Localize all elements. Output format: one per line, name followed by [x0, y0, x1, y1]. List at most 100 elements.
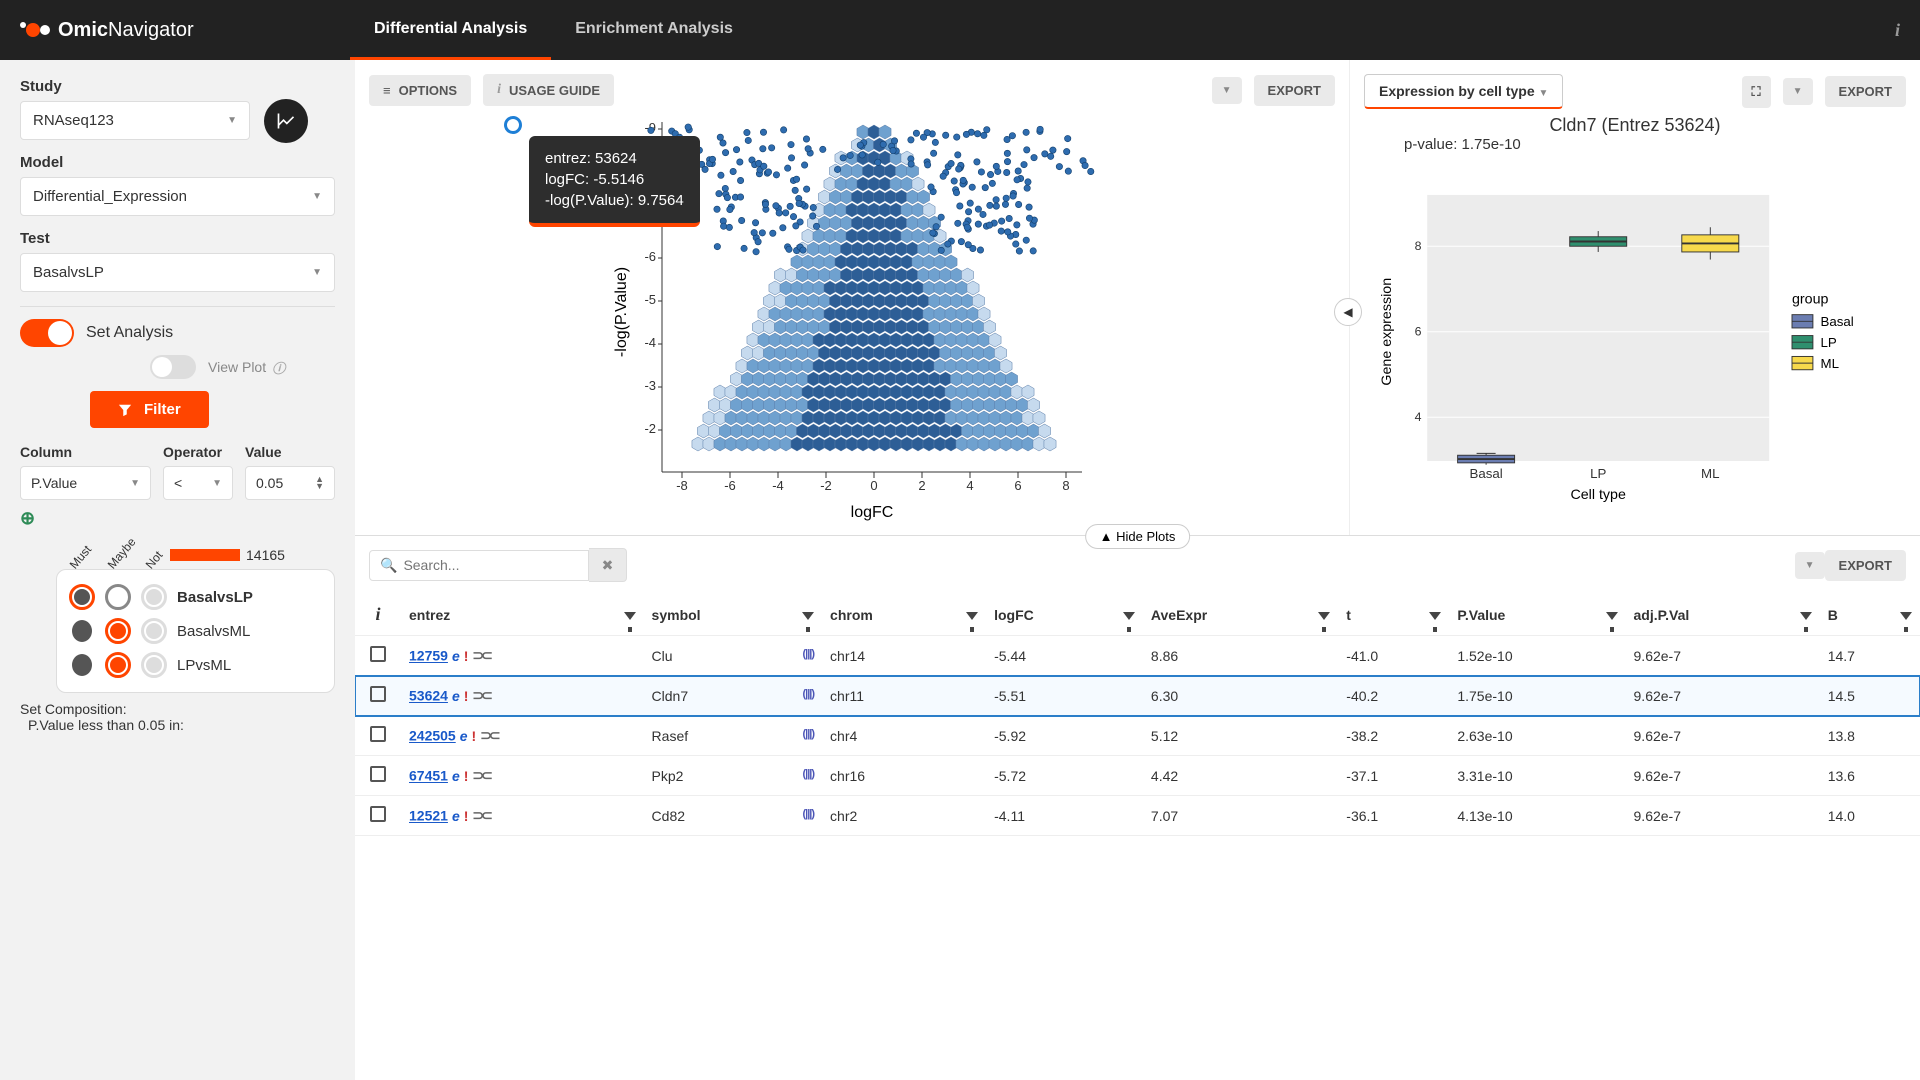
column-select[interactable]: P.Value▼ — [20, 466, 151, 500]
maybe-dot-icon[interactable] — [105, 584, 131, 610]
entrez-link[interactable]: 12759 — [409, 648, 448, 664]
set-row-basalvsml[interactable]: BasalvsML — [69, 614, 322, 648]
view-plot-toggle[interactable] — [150, 355, 196, 379]
info-icon[interactable]: i — [1895, 20, 1900, 40]
col-t[interactable]: t — [1338, 594, 1449, 636]
entrez-link[interactable]: 53624 — [409, 688, 448, 704]
ensembl-bang-icon[interactable]: ! — [464, 768, 469, 784]
clear-search-button[interactable]: ✖ — [589, 548, 627, 582]
row-checkbox[interactable] — [370, 686, 386, 702]
adjpval-cell: 9.62e-7 — [1626, 716, 1820, 756]
set-row-lpvsml[interactable]: LPvsML — [69, 648, 322, 682]
filter-button[interactable]: Filter — [90, 391, 209, 428]
row-checkbox[interactable] — [370, 646, 386, 662]
col-logfc[interactable]: logFC — [986, 594, 1143, 636]
not-dot-icon[interactable] — [141, 652, 167, 678]
boxplot[interactable]: 4 6 8 Gene expression — [1364, 161, 1906, 531]
col-aveexpr[interactable]: AveExpr — [1143, 594, 1338, 636]
ensembl-icon[interactable]: e — [452, 688, 460, 704]
ensembl-icon[interactable]: e — [452, 768, 460, 784]
export-button[interactable]: EXPORT — [1825, 550, 1906, 581]
row-checkbox[interactable] — [370, 766, 386, 782]
must-dot-icon[interactable] — [69, 618, 95, 644]
table-row[interactable]: 12759e! ⊃⊂Clu (|||)chr14-5.448.86-41.01.… — [355, 636, 1920, 676]
db-icon[interactable]: (|||) — [802, 728, 814, 740]
entrez-link[interactable]: 67451 — [409, 768, 448, 784]
operator-select[interactable]: <▼ — [163, 466, 233, 500]
volcano-plot[interactable]: entrez: 53624 logFC: -5.5146 -log(P.Valu… — [369, 112, 1335, 522]
col-symbol[interactable]: symbol — [644, 594, 822, 636]
stringdb-icon[interactable]: ⊃⊂ — [472, 807, 489, 824]
ensembl-bang-icon[interactable]: ! — [464, 808, 469, 824]
col-b[interactable]: B — [1820, 594, 1920, 636]
plot-type-select[interactable]: Expression by cell type ▼ — [1364, 74, 1563, 109]
db-icon[interactable]: (|||) — [802, 688, 814, 700]
entrez-link[interactable]: 12521 — [409, 808, 448, 824]
export-dropdown-button[interactable]: ▼ — [1783, 78, 1813, 105]
row-checkbox[interactable] — [370, 806, 386, 822]
filter-icon[interactable] — [966, 607, 978, 623]
export-dropdown-button[interactable]: ▼ — [1212, 77, 1242, 104]
model-select[interactable]: Differential_Expression▼ — [20, 177, 335, 216]
export-button[interactable]: EXPORT — [1825, 76, 1906, 107]
filter-icon[interactable] — [624, 607, 636, 623]
spinner-icon[interactable]: ▲▼ — [315, 476, 324, 490]
tab-enrichment-analysis[interactable]: Enrichment Analysis — [551, 0, 757, 60]
hide-plots-button[interactable]: ▲ Hide Plots — [1085, 524, 1191, 549]
fullscreen-button[interactable]: ⛶ — [1742, 76, 1771, 108]
stringdb-icon[interactable]: ⊃⊂ — [472, 767, 489, 784]
db-icon[interactable]: (|||) — [802, 648, 814, 660]
ensembl-bang-icon[interactable]: ! — [472, 728, 477, 744]
table-row[interactable]: 53624e! ⊃⊂Cldn7 (|||)chr11-5.516.30-40.2… — [355, 676, 1920, 716]
info-icon[interactable]: ⓘ — [272, 358, 285, 377]
usage-guide-button[interactable]: i USAGE GUIDE — [483, 74, 614, 106]
set-row-basalvslp[interactable]: BasalvsLP — [69, 580, 322, 614]
tab-differential-analysis[interactable]: Differential Analysis — [350, 0, 551, 60]
maybe-dot-icon[interactable] — [105, 618, 131, 644]
ensembl-icon[interactable]: e — [452, 808, 460, 824]
filter-icon[interactable] — [1123, 607, 1135, 623]
not-dot-icon[interactable] — [141, 618, 167, 644]
search-input[interactable] — [403, 557, 578, 573]
not-dot-icon[interactable] — [141, 584, 167, 610]
table-row[interactable]: 12521e! ⊃⊂Cd82 (|||)chr2-4.117.07-36.14.… — [355, 796, 1920, 836]
view-chart-button[interactable] — [264, 99, 308, 143]
export-button[interactable]: EXPORT — [1254, 75, 1335, 106]
filter-icon[interactable] — [1900, 607, 1912, 623]
maybe-dot-icon[interactable] — [105, 652, 131, 678]
options-button[interactable]: ≡ OPTIONS — [369, 75, 471, 106]
must-dot-icon[interactable] — [69, 652, 95, 678]
must-dot-icon[interactable] — [69, 584, 95, 610]
filter-icon[interactable] — [1318, 607, 1330, 623]
entrez-link[interactable]: 242505 — [409, 728, 456, 744]
ensembl-bang-icon[interactable]: ! — [464, 688, 469, 704]
ensembl-bang-icon[interactable]: ! — [464, 648, 469, 664]
highlighted-point-icon[interactable] — [504, 116, 522, 134]
filter-icon[interactable] — [1606, 607, 1618, 623]
value-input[interactable]: 0.05▲▼ — [245, 466, 335, 500]
export-dropdown-button[interactable]: ▼ — [1795, 552, 1825, 579]
info-column-icon[interactable]: i — [375, 604, 380, 624]
stringdb-icon[interactable]: ⊃⊂ — [472, 647, 489, 664]
table-row[interactable]: 67451e! ⊃⊂Pkp2 (|||)chr16-5.724.42-37.13… — [355, 756, 1920, 796]
stringdb-icon[interactable]: ⊃⊂ — [480, 727, 497, 744]
col-pvalue[interactable]: P.Value — [1449, 594, 1625, 636]
row-checkbox[interactable] — [370, 726, 386, 742]
stringdb-icon[interactable]: ⊃⊂ — [472, 687, 489, 704]
set-analysis-toggle[interactable] — [20, 319, 74, 347]
table-row[interactable]: 242505e! ⊃⊂Rasef (|||)chr4-5.925.12-38.2… — [355, 716, 1920, 756]
filter-icon[interactable] — [1800, 607, 1812, 623]
col-entrez[interactable]: entrez — [401, 594, 644, 636]
ensembl-icon[interactable]: e — [452, 648, 460, 664]
db-icon[interactable]: (|||) — [802, 768, 814, 780]
filter-icon[interactable] — [802, 607, 814, 623]
study-select[interactable]: RNAseq123▼ — [20, 101, 250, 140]
test-select[interactable]: BasalvsLP▼ — [20, 253, 335, 292]
db-icon[interactable]: (|||) — [802, 808, 814, 820]
add-filter-button[interactable]: ⊕ — [20, 508, 35, 528]
collapse-panel-button[interactable]: ◀ — [1334, 298, 1362, 326]
col-adjpval[interactable]: adj.P.Val — [1626, 594, 1820, 636]
filter-icon[interactable] — [1429, 607, 1441, 623]
ensembl-icon[interactable]: e — [460, 728, 468, 744]
col-chrom[interactable]: chrom — [822, 594, 986, 636]
